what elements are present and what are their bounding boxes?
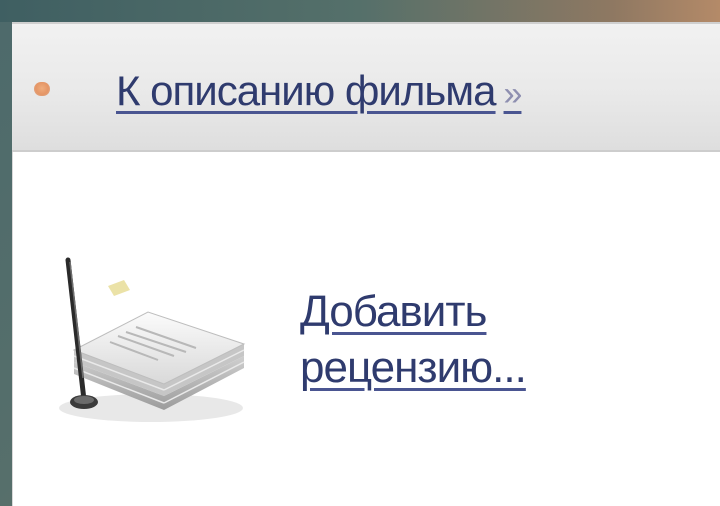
content-panel: К описанию фильма» Добавить рецензию... (12, 22, 720, 506)
back-to-film-description-link[interactable]: К описанию фильма» (116, 67, 523, 117)
add-review-link[interactable]: Добавить рецензию... (300, 284, 640, 396)
bullet-icon (34, 82, 50, 96)
document-stack-pen-icon (59, 257, 246, 422)
window-top-strip (0, 0, 720, 22)
add-review-label-line1: Добавить (300, 287, 487, 336)
back-link-label: К описанию фильма (116, 67, 497, 114)
nav-bar: К описанию фильма» (12, 22, 720, 152)
add-review-label-line2: рецензию... (300, 343, 527, 392)
double-chevron-right-icon: » (503, 75, 523, 113)
